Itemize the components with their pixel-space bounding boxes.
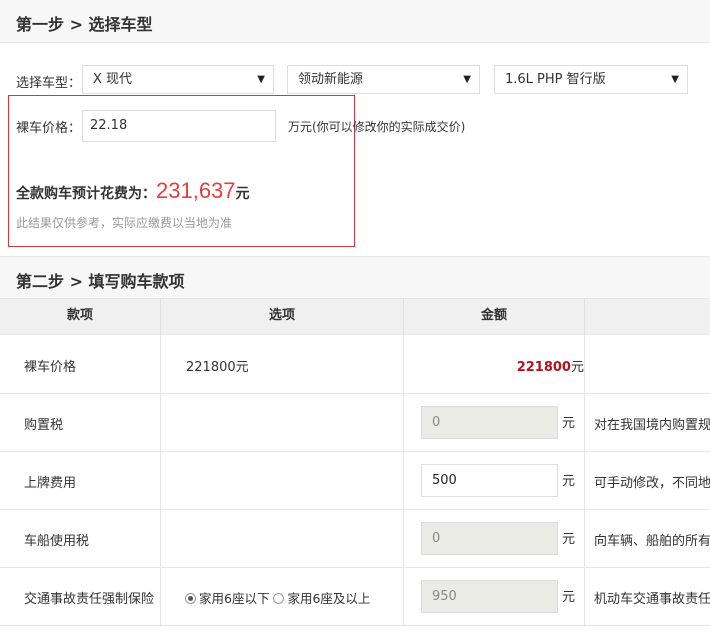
fee-unit: 元 (562, 474, 576, 489)
radio-icon[interactable] (273, 593, 285, 604)
row-name: 裸车价格 (24, 360, 77, 375)
radio-icon[interactable] (185, 593, 196, 604)
model-select-value: 领动新能源 (298, 72, 364, 87)
table-row: 裸车价格 221800元 221800元 (0, 335, 710, 394)
step2-title: 第二步 > 填写购车款项 (16, 272, 185, 291)
row-name: 交通事故责任强制保险 (24, 592, 155, 607)
price-label: 裸车价格： (16, 121, 82, 136)
row-name: 购置税 (24, 418, 64, 433)
total-cost-unit: 元 (235, 186, 250, 202)
header-amount: 金额 (404, 299, 585, 335)
table-row: 购置税 0 元 对在我国境内购置规定车辆 (0, 394, 710, 452)
row-description: 可手动修改，不同地区 (594, 476, 710, 491)
fee-unit: 元 (562, 416, 576, 431)
trim-select-value: 1.6L PHP 智行版 (505, 72, 606, 87)
row-option-value: 221800元 (186, 360, 249, 375)
bare-price-amount: 221800 (516, 360, 571, 375)
total-cost-amount: 231,637 (156, 178, 236, 203)
triangle-down-icon: ▼ (671, 74, 679, 85)
table-row: 交通事故责任强制保险 家用6座以下 家用6座及以上 950 元 机动车交通事故责… (0, 568, 710, 626)
step1-header: 第一步 > 选择车型 (0, 0, 710, 43)
brand-select[interactable]: X 现代 ▼ (82, 65, 274, 94)
license-fee-input[interactable]: 500 (421, 464, 558, 497)
fee-unit: 元 (562, 590, 576, 605)
row-description: 对在我国境内购置规定车辆 (594, 418, 710, 433)
total-cost-label: 全款购车预计花费为： (16, 186, 156, 202)
purchase-tax-field[interactable]: 0 (421, 406, 558, 439)
row-name: 上牌费用 (24, 476, 77, 491)
step1-title: 第一步 > 选择车型 (16, 15, 153, 34)
table-row: 车船使用税 0 元 向车辆、船舶的所有人 (0, 510, 710, 568)
row-description: 向车辆、船舶的所有人 (594, 534, 710, 549)
bare-price-input[interactable]: 22.18 (82, 110, 276, 142)
triangle-down-icon: ▼ (463, 74, 471, 85)
brand-select-value: X 现代 (93, 72, 133, 87)
vehicle-tax-field[interactable]: 0 (421, 522, 558, 555)
row-amount: 221800元 (517, 356, 584, 375)
table-row: 上牌费用 500 元 可手动修改，不同地区 (0, 452, 710, 510)
row-description: 机动车交通事故责任强制 (594, 592, 710, 607)
radio-under-6-label[interactable]: 家用6座以下 (199, 591, 269, 606)
fee-unit: 元 (562, 532, 576, 547)
disclaimer-note: 此结果仅供参考，实际应缴费以当地为准 (16, 216, 233, 230)
seat-option-group: 家用6座以下 家用6座及以上 (185, 588, 370, 607)
triangle-down-icon: ▼ (257, 74, 265, 85)
total-cost-line: 全款购车预计花费为：231,637元 (16, 178, 250, 204)
step2-header: 第二步 > 填写购车款项 (0, 256, 710, 299)
table-header: 款项 选项 金额 (0, 299, 710, 335)
model-select[interactable]: 领动新能源 ▼ (287, 65, 480, 94)
compulsory-insurance-field[interactable]: 950 (421, 580, 558, 613)
header-option: 选项 (161, 299, 404, 335)
price-unit-hint: 万元(你可以修改你的实际成交价) (288, 120, 466, 134)
radio-6-plus-label[interactable]: 家用6座及以上 (287, 591, 370, 606)
header-item: 款项 (0, 299, 161, 335)
row-name: 车船使用税 (24, 534, 90, 549)
car-select-label: 选择车型： (16, 76, 82, 91)
amount-unit: 元 (570, 360, 584, 375)
trim-select[interactable]: 1.6L PHP 智行版 ▼ (494, 65, 688, 94)
header-desc (585, 299, 710, 335)
